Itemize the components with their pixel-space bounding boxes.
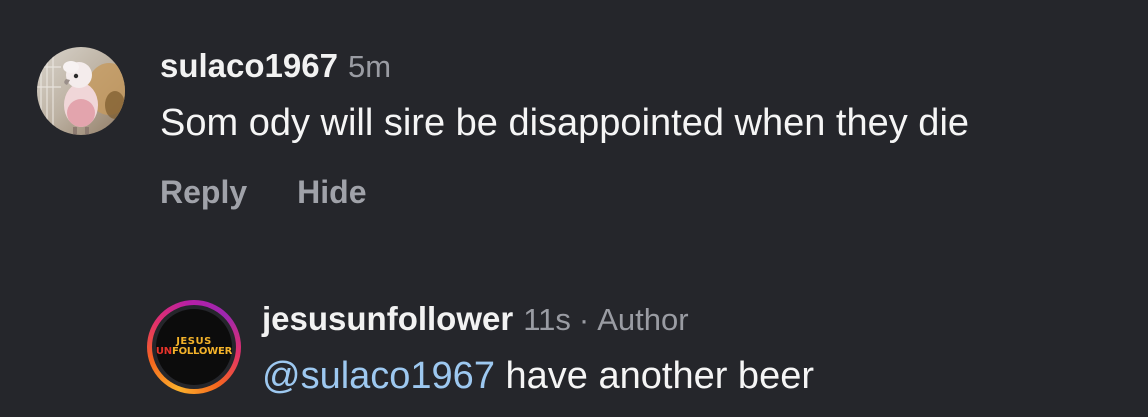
author-badge: Author [597, 302, 689, 337]
mention-link[interactable]: @sulaco1967 [262, 355, 495, 397]
comment-timestamp: 5m [347, 49, 392, 84]
reply-header: jesusunfollower 11s · Author [262, 299, 689, 346]
cockatoo-avatar-image [37, 47, 125, 135]
hide-button[interactable]: Hide [297, 172, 366, 212]
reply-message: have another beer [505, 355, 814, 397]
comment-header: sulaco1967 5m [160, 46, 391, 93]
comment-actions: Reply Hide [160, 172, 366, 219]
avatar[interactable] [37, 47, 125, 135]
logo-text-un: UN [155, 346, 172, 357]
jesus-unfollower-logo: JESUS UNFOLLOWER [156, 309, 232, 385]
comments-thread: sulaco1967 5m Som ody will sire be disapp… [0, 0, 1148, 417]
reply-username[interactable]: jesusunfollower [262, 300, 513, 337]
logo-text-line2: UNFOLLOWER [156, 347, 232, 357]
reply-text: @sulaco1967 have another beer [262, 353, 814, 399]
logo-text-follower: FOLLOWER [171, 346, 233, 357]
author-avatar[interactable]: JESUS UNFOLLOWER [147, 300, 241, 394]
reply-button[interactable]: Reply [160, 172, 247, 212]
comment-username[interactable]: sulaco1967 [160, 47, 338, 84]
separator-dot: · [578, 302, 590, 337]
comment-text: Som ody will sire be disappointed when t… [160, 102, 970, 144]
reply-timestamp: 11s [523, 302, 571, 337]
